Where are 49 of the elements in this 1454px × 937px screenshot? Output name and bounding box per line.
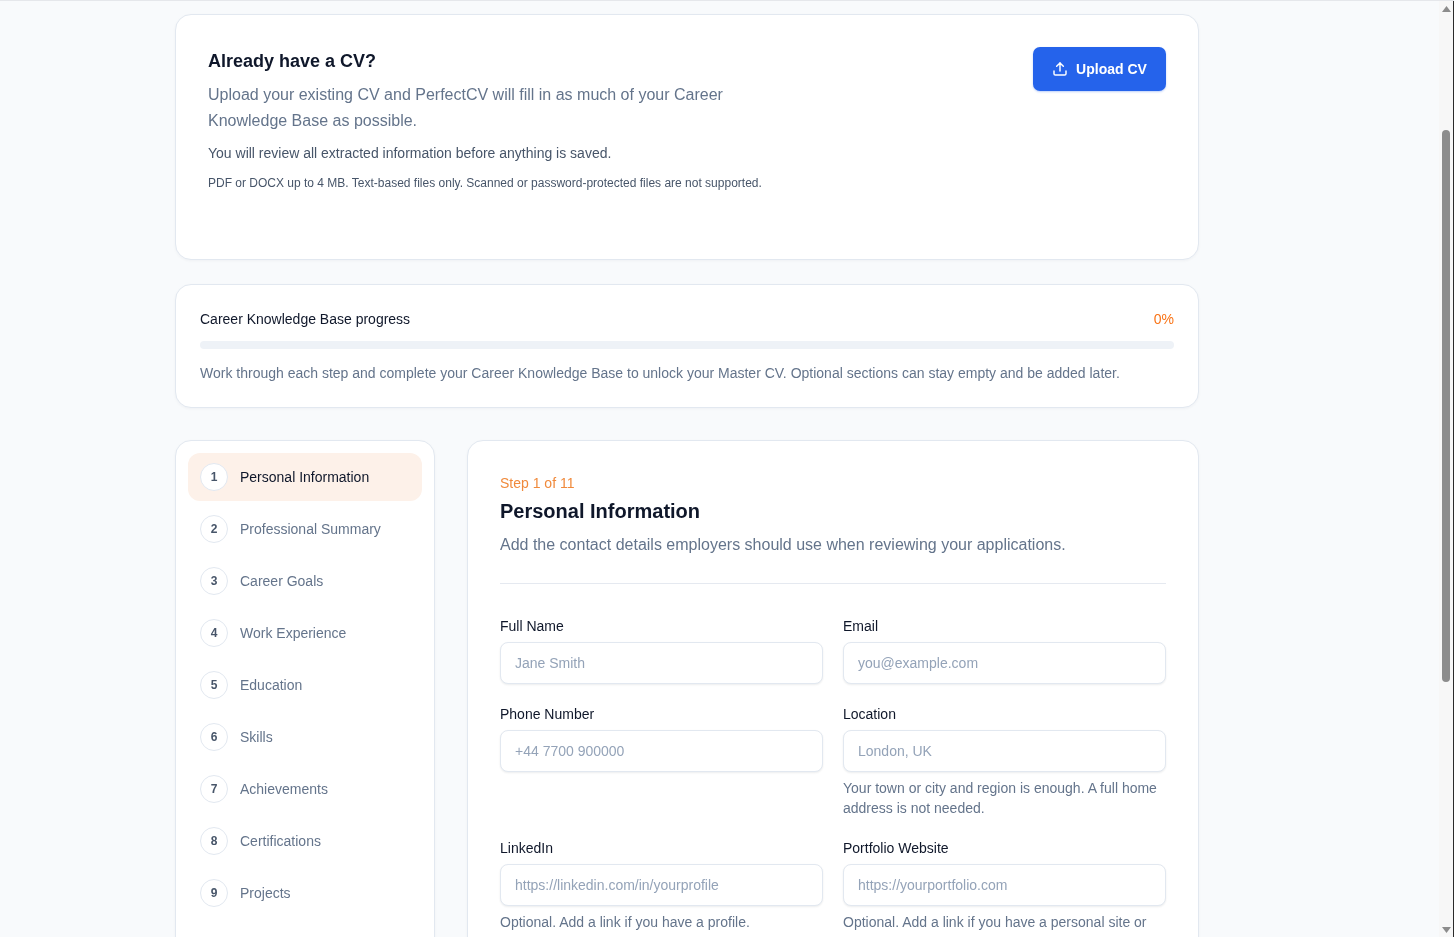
step-item[interactable]: 9 Projects xyxy=(188,869,422,917)
step-item[interactable]: 1 Personal Information xyxy=(188,453,422,501)
field-help-text: Your town or city and region is enough. A full home address is not needed. xyxy=(843,779,1158,818)
progress-title: Career Knowledge Base progress xyxy=(200,310,411,329)
field-label: Portfolio Website xyxy=(843,839,950,858)
text-field[interactable]: London, UK xyxy=(843,730,1166,772)
field-label: Location xyxy=(843,705,897,724)
card-title: Already have a CV? xyxy=(208,50,378,73)
text-field[interactable]: https://yourportfolio.com xyxy=(843,864,1166,906)
field-label: LinkedIn xyxy=(500,839,554,858)
step-number: 6 xyxy=(200,723,228,751)
field-label: Full Name xyxy=(500,617,565,636)
step-item[interactable]: 8 Certifications xyxy=(188,817,422,865)
step-number: 5 xyxy=(200,671,228,699)
upload-cv-button[interactable]: Upload CV xyxy=(1033,47,1166,91)
text-field[interactable]: Jane Smith xyxy=(500,642,823,684)
progress-description: Work through each step and complete your Career Knowledge Base to unlock your Master CV. Optional sections can stay empty and be added later. xyxy=(200,364,1121,383)
step-number: 3 xyxy=(200,567,228,595)
review-note: You will review all extracted information before anything is saved. xyxy=(208,144,613,163)
step-item[interactable]: 3 Career Goals xyxy=(188,557,422,605)
text-field[interactable]: https://linkedin.com/in/yourprofile xyxy=(500,864,823,906)
upload-icon xyxy=(1052,61,1069,77)
scroll-up-arrow-icon[interactable] xyxy=(1441,6,1451,12)
progress-percent: 0% xyxy=(1153,310,1174,329)
field-label: Email xyxy=(843,617,879,636)
step-number: 2 xyxy=(200,515,228,543)
field-help-text: Optional. Add a link if you have a profile. xyxy=(500,913,751,932)
file-requirements-hint: PDF or DOCX up to 4 MB. Text-based files only. Scanned or password-protected files are not supported. xyxy=(208,175,762,191)
text-field[interactable]: +44 7700 900000 xyxy=(500,730,823,772)
step-item[interactable]: 6 Skills xyxy=(188,713,422,761)
field-help-text: Optional. Add a link if you have a personal site or xyxy=(843,913,1148,932)
step-counter: Step 1 of 11 xyxy=(500,474,576,493)
step-number: 4 xyxy=(200,619,228,647)
form-title: Personal Information xyxy=(500,499,702,524)
form-description: Add the contact details employers should use when reviewing your applications. xyxy=(500,535,1067,555)
scrollbar-thumb[interactable] xyxy=(1442,130,1450,682)
text-field[interactable]: you@example.com xyxy=(843,642,1166,684)
step-item[interactable]: 5 Education xyxy=(188,661,422,709)
field-label: Phone Number xyxy=(500,705,596,724)
step-item[interactable]: 4 Work Experience xyxy=(188,609,422,657)
upload-description: Upload your existing CV and PerfectCV will fill in as much of your Career Knowledge Base as possible. xyxy=(208,85,724,131)
scroll-down-arrow-icon[interactable] xyxy=(1441,927,1451,933)
scrollbar[interactable] xyxy=(1439,1,1454,937)
step-number: 1 xyxy=(200,463,228,491)
step-number: 9 xyxy=(200,879,228,907)
step-item[interactable]: 7 Achievements xyxy=(188,765,422,813)
step-number: 7 xyxy=(200,775,228,803)
step-item[interactable]: 2 Professional Summary xyxy=(188,505,422,553)
step-number: 8 xyxy=(200,827,228,855)
